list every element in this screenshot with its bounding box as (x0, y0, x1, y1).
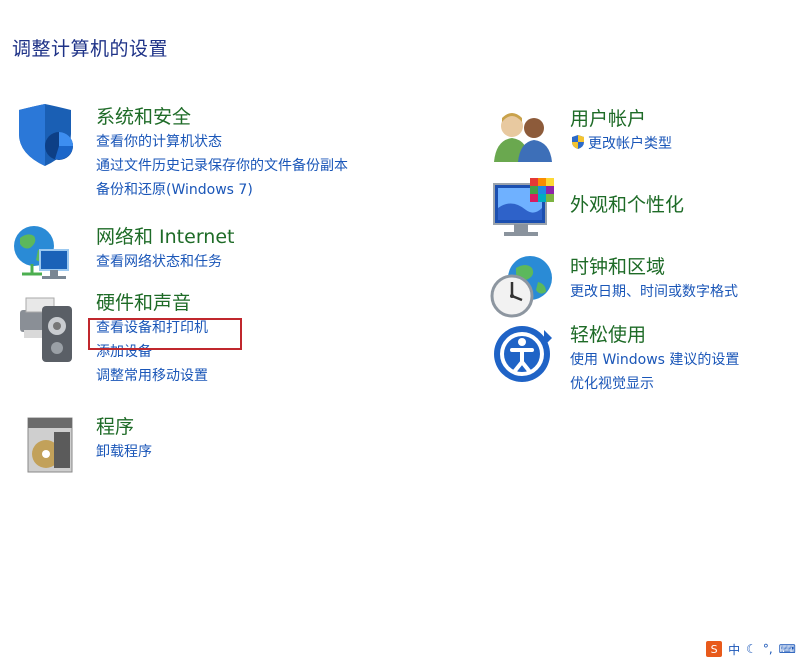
category-title-user-accounts[interactable]: 用户帐户 (570, 106, 646, 132)
category-title-programs[interactable]: 程序 (96, 414, 134, 440)
category-title-system-security[interactable]: 系统和安全 (96, 104, 191, 130)
link-devices-printers[interactable]: 查看设备和打印机 (96, 316, 208, 340)
category-title-network[interactable]: 网络和 Internet (96, 224, 234, 250)
link-change-account-type[interactable]: 更改帐户类型 (570, 132, 672, 158)
category-title-appearance[interactable]: 外观和个性化 (570, 192, 684, 218)
users-icon[interactable] (492, 106, 556, 170)
shield-icon[interactable] (15, 104, 79, 168)
link-network-status[interactable]: 查看网络状态和任务 (96, 250, 234, 274)
link-optimize-visual-display[interactable]: 优化视觉显示 (570, 372, 739, 396)
ime-mode[interactable]: 中 (728, 641, 740, 658)
network-globe-icon[interactable] (12, 224, 76, 288)
uac-shield-icon (570, 134, 586, 158)
link-change-account-type-label: 更改帐户类型 (588, 136, 672, 152)
keyboard-icon[interactable]: ⌨ (779, 642, 796, 656)
link-windows-suggested-settings[interactable]: 使用 Windows 建议的设置 (570, 348, 739, 372)
moon-icon[interactable]: ☾ (746, 642, 757, 656)
link-uninstall-program[interactable]: 卸载程序 (96, 440, 152, 464)
monitor-palette-icon[interactable] (492, 178, 556, 242)
category-title-ease-of-access[interactable]: 轻松使用 (570, 322, 646, 348)
link-backup-restore[interactable]: 备份和还原(Windows 7) (96, 178, 348, 202)
link-view-computer-status[interactable]: 查看你的计算机状态 (96, 130, 348, 154)
printer-speaker-icon[interactable] (14, 290, 78, 362)
clock-globe-icon[interactable] (490, 254, 554, 318)
punctuation-icon[interactable]: °, (763, 642, 773, 656)
ime-logo-icon[interactable]: S (706, 641, 723, 657)
link-file-history-backup[interactable]: 通过文件历史记录保存你的文件备份副本 (96, 154, 348, 178)
page-title: 调整计算机的设置 (12, 38, 169, 60)
link-add-device[interactable]: 添加设备 (96, 340, 208, 364)
link-mobility-settings[interactable]: 调整常用移动设置 (96, 364, 208, 388)
category-title-hardware-sound[interactable]: 硬件和声音 (96, 290, 191, 316)
programs-disc-icon[interactable] (24, 414, 88, 478)
ease-of-access-icon[interactable] (490, 322, 554, 386)
category-title-clock-region[interactable]: 时钟和区域 (570, 254, 665, 280)
link-change-date-time-format[interactable]: 更改日期、时间或数字格式 (570, 280, 738, 304)
ime-tray: S 中 ☾ °, ⌨ (706, 640, 796, 658)
